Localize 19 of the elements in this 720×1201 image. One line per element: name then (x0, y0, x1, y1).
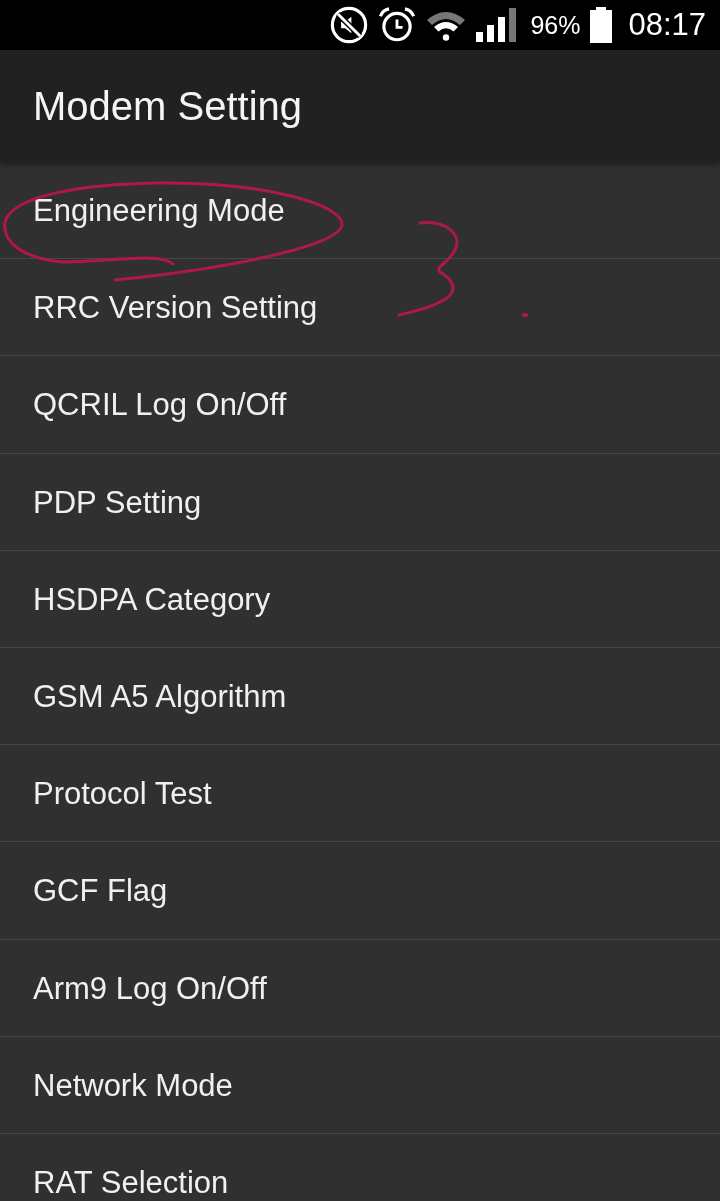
hand-drawn-dot (522, 313, 528, 317)
battery-percent: 96% (530, 10, 581, 40)
mute-icon (330, 6, 369, 44)
signal-icon (476, 8, 519, 42)
clock-time: 08:17 (628, 7, 706, 43)
menu-item[interactable]: GCF Flag (0, 842, 720, 940)
menu-item[interactable]: Engineering Mode (0, 162, 720, 260)
screen-title: Modem Setting (33, 83, 303, 129)
alarm-clock-icon (378, 6, 417, 44)
menu-item[interactable]: RRC Version Setting (0, 259, 720, 357)
menu-item[interactable]: QCRIL Log On/Off (0, 356, 720, 454)
menu-item[interactable]: HSDPA Category (0, 550, 720, 648)
menu-item[interactable]: Protocol Test (0, 745, 720, 843)
menu-item[interactable]: Arm9 Log On/Off (0, 939, 720, 1037)
menu-item[interactable]: PDP Setting (0, 453, 720, 551)
menu-item[interactable]: RAT Selection (0, 1133, 720, 1201)
menu-item[interactable]: GSM A5 Algorithm (0, 647, 720, 746)
menu-item[interactable]: Network Mode (0, 1036, 720, 1134)
battery-icon (590, 7, 613, 43)
